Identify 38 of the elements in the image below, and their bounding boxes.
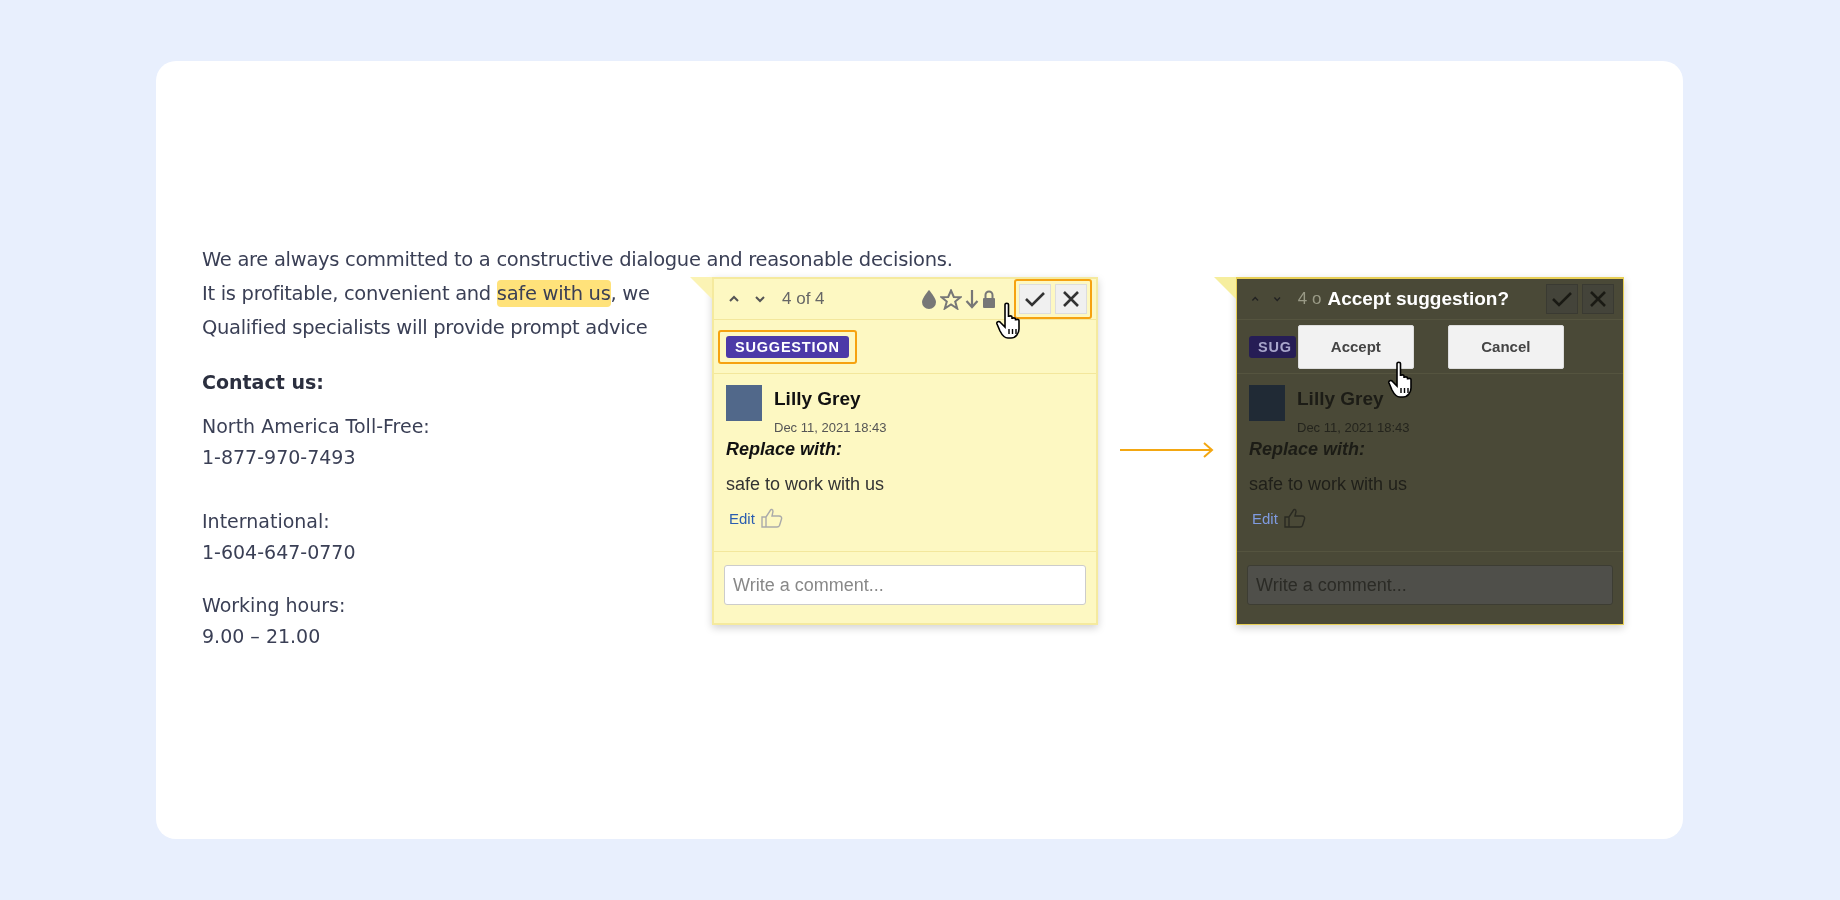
- paragraph-line: Qualified specialists will provide prompt advice: [202, 316, 648, 339]
- suggestion-badge: SUGGESTION: [726, 335, 849, 358]
- contact-label: North America Toll-Free:: [202, 414, 430, 439]
- check-icon: [1551, 290, 1573, 308]
- thumbs-up-icon[interactable]: [1283, 508, 1306, 528]
- down-arrow-icon[interactable]: [965, 289, 979, 309]
- lock-icon[interactable]: [982, 290, 996, 308]
- replacement-text: safe to work with us: [726, 474, 886, 495]
- suggestion-badge: SUG: [1249, 335, 1296, 358]
- edit-link[interactable]: Edit: [729, 509, 755, 527]
- contact-label: Working hours:: [202, 593, 346, 618]
- paragraph-line: It is profitable, convenient and safe with us, we: [202, 280, 650, 307]
- thumbs-up-icon[interactable]: [760, 508, 783, 528]
- star-icon[interactable]: [940, 288, 962, 310]
- comment-counter: 4 of 4: [782, 289, 825, 309]
- contact-heading: Contact us:: [202, 370, 325, 395]
- chevron-up-icon[interactable]: [728, 295, 740, 303]
- contact-value: 9.00 – 21.00: [202, 624, 321, 649]
- paragraph-line: We are always committed to a constructive dialogue and reasonable decisions.: [202, 248, 953, 271]
- contact-value: 1-877-970-7493: [202, 445, 356, 470]
- close-icon: [1589, 290, 1607, 308]
- chevron-down-icon[interactable]: [754, 295, 766, 303]
- drop-icon[interactable]: [921, 289, 937, 309]
- comment-counter: 4 o: [1297, 289, 1322, 309]
- avatar-placeholder: [726, 385, 762, 421]
- contact-label: International:: [202, 509, 330, 534]
- check-icon: [1024, 290, 1046, 308]
- comment-date: Dec 11, 2021 18:43: [774, 420, 887, 435]
- arrow-icon: [1120, 441, 1214, 459]
- avatar-placeholder: [1249, 385, 1285, 421]
- cancel-button[interactable]: Cancel: [1447, 324, 1564, 369]
- close-icon: [1062, 290, 1080, 308]
- highlighted-text[interactable]: safe with us: [496, 280, 611, 307]
- dialog-title: Accept suggestion?: [1327, 288, 1509, 310]
- contact-value: 1-604-647-0770: [202, 540, 356, 565]
- author-name: Lilly Grey: [774, 388, 862, 410]
- action-label: Replace with:: [726, 439, 844, 460]
- accept-button[interactable]: Accept: [1297, 324, 1414, 369]
